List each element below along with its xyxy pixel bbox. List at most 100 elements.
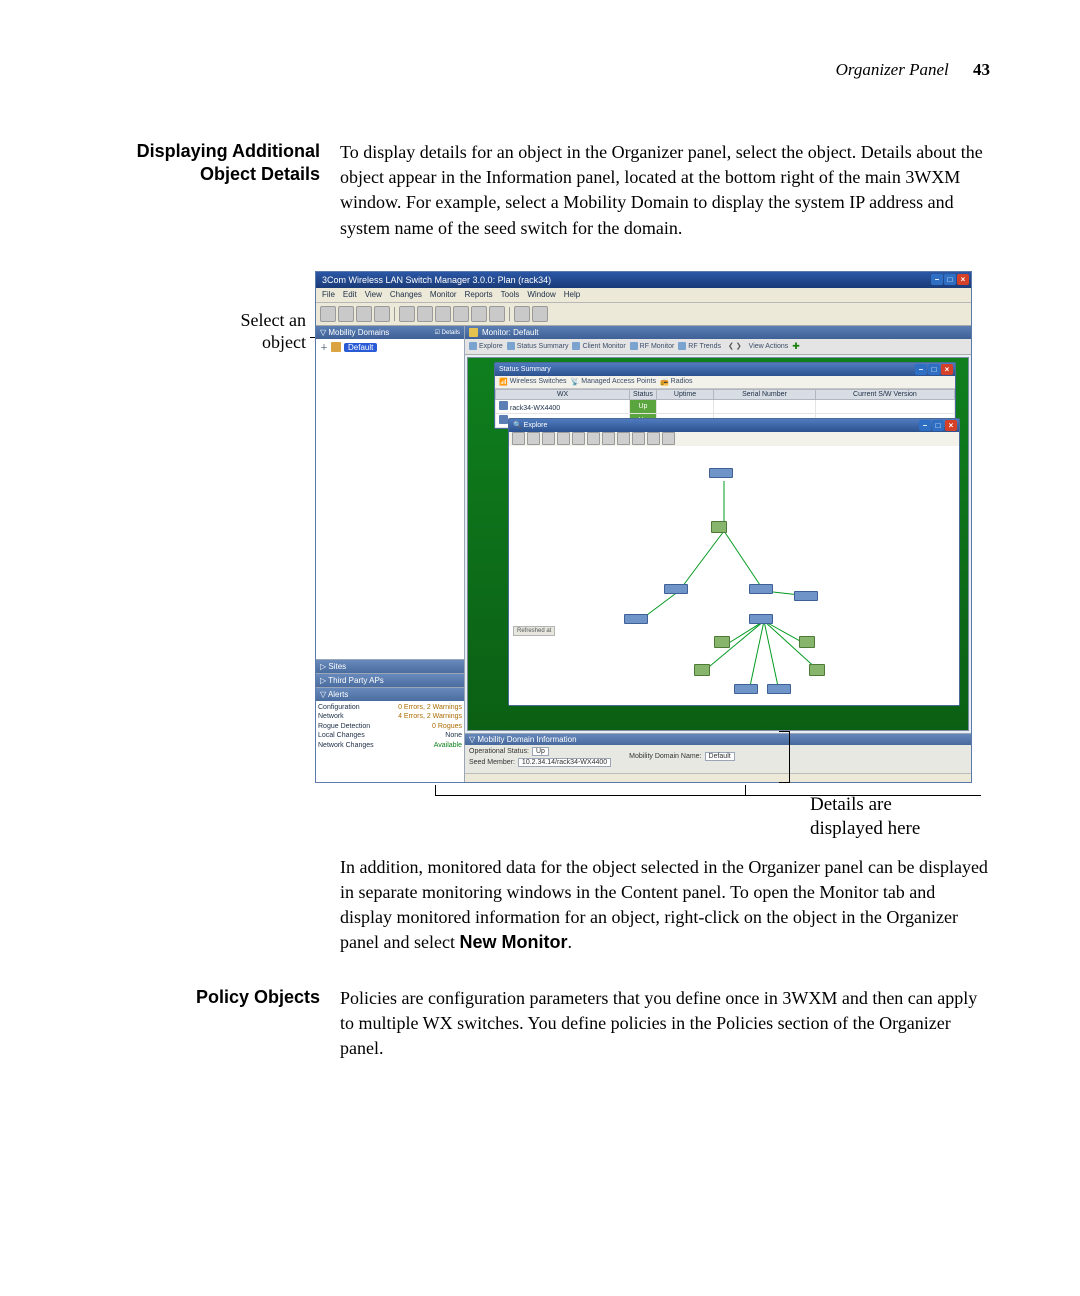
- zoom-in-icon[interactable]: [512, 432, 525, 445]
- third-party-pane[interactable]: ▷ Third Party APs: [316, 673, 464, 687]
- window-titlebar[interactable]: 3Com Wireless LAN Switch Manager 3.0.0: …: [316, 272, 971, 288]
- tree-item-selected[interactable]: Default: [344, 343, 377, 352]
- topology-node-ap[interactable]: [799, 636, 815, 649]
- panel-max-icon[interactable]: □: [932, 420, 944, 431]
- callout-line1: Select an: [241, 310, 306, 330]
- topology-node-ap[interactable]: [694, 664, 710, 677]
- alert-value: 4 Errors, 2 Warnings: [398, 712, 462, 721]
- menu-help[interactable]: Help: [564, 290, 580, 299]
- topology-node-ap[interactable]: [714, 636, 730, 649]
- toolbar-icon[interactable]: [435, 306, 451, 322]
- toolbar-icon[interactable]: [356, 306, 372, 322]
- monitor-header[interactable]: Monitor: Default: [465, 326, 971, 339]
- col-sw[interactable]: Current S/W Version: [815, 389, 954, 399]
- tool-icon[interactable]: [662, 432, 675, 445]
- tab-status[interactable]: Status Summary: [507, 342, 569, 350]
- domain-icon: [331, 342, 341, 352]
- alert-row[interactable]: Configuration: [318, 703, 360, 712]
- panel-min-icon[interactable]: –: [915, 364, 927, 375]
- view-actions-menu[interactable]: View Actions: [749, 343, 789, 350]
- topology-node-switch[interactable]: [734, 684, 758, 695]
- tool-icon[interactable]: [632, 432, 645, 445]
- alert-row[interactable]: Rogue Detection: [318, 722, 370, 731]
- col-serial[interactable]: Serial Number: [714, 389, 816, 399]
- zoom-reset-icon[interactable]: [542, 432, 555, 445]
- tab-rftrends[interactable]: RF Trends: [678, 342, 721, 350]
- toolbar-icon[interactable]: [320, 306, 336, 322]
- toolbar-icon[interactable]: [374, 306, 390, 322]
- tab-rfmon[interactable]: RF Monitor: [630, 342, 675, 350]
- toolbar-icon[interactable]: [489, 306, 505, 322]
- alert-row[interactable]: Network Changes: [318, 741, 374, 750]
- status-summary-tabs[interactable]: 📶 Wireless Switches 📡 Managed Access Poi…: [495, 376, 955, 389]
- toolbar-icon[interactable]: [453, 306, 469, 322]
- para-text-a: In addition, monitored data for the obje…: [340, 857, 988, 953]
- toolbar[interactable]: [316, 303, 971, 326]
- organizer-tree[interactable]: ＋ Default: [316, 339, 464, 659]
- actions-icon[interactable]: ✚: [792, 341, 800, 352]
- col-status[interactable]: Status: [629, 389, 656, 399]
- details-tab[interactable]: Details: [442, 330, 460, 336]
- alert-row[interactable]: Network: [318, 712, 344, 721]
- topology-node-ap[interactable]: [809, 664, 825, 677]
- panel-close-icon[interactable]: ×: [945, 420, 957, 431]
- alerts-pane[interactable]: ▽ Alerts Configuration0 Errors, 2 Warnin…: [316, 687, 464, 752]
- sites-pane[interactable]: ▷ Sites: [316, 659, 464, 673]
- organizer-panel-header[interactable]: ▽ Mobility Domains ☑ Details: [316, 326, 464, 339]
- menu-reports[interactable]: Reports: [465, 290, 493, 299]
- alert-row[interactable]: Local Changes: [318, 731, 365, 740]
- status-summary-titlebar[interactable]: Status Summary – □ ×: [495, 363, 955, 376]
- topology-node-ap[interactable]: [711, 521, 727, 534]
- tool-icon[interactable]: [602, 432, 615, 445]
- topology-node-switch[interactable]: [767, 684, 791, 695]
- refresh-icon[interactable]: [557, 432, 570, 445]
- menubar[interactable]: File Edit View Changes Monitor Reports T…: [316, 288, 971, 303]
- menu-view[interactable]: View: [365, 290, 382, 299]
- topology-node-switch[interactable]: [709, 468, 733, 479]
- close-icon[interactable]: ×: [957, 274, 969, 285]
- minimize-icon[interactable]: –: [931, 274, 943, 285]
- alert-value: None: [445, 731, 462, 740]
- explore-panel[interactable]: 🔍 Explore – □ ×: [508, 418, 960, 706]
- menu-tools[interactable]: Tools: [501, 290, 520, 299]
- tool-icon[interactable]: [617, 432, 630, 445]
- toolbar-icon[interactable]: [399, 306, 415, 322]
- toolbar-icon[interactable]: [471, 306, 487, 322]
- monitor-tabbar[interactable]: Explore Status Summary Client Monitor RF…: [465, 339, 971, 355]
- topology-node-switch[interactable]: [749, 584, 773, 595]
- menu-monitor[interactable]: Monitor: [430, 290, 457, 299]
- explore-toolbar[interactable]: [509, 432, 959, 447]
- section-title: Policy Objects: [100, 986, 320, 1062]
- topology-node-switch[interactable]: [749, 614, 773, 625]
- tab-ws[interactable]: 📶 Wireless Switches: [499, 378, 567, 386]
- toolbar-icon[interactable]: [514, 306, 530, 322]
- topology-node-switch[interactable]: [624, 614, 648, 625]
- col-wx[interactable]: WX: [496, 389, 630, 399]
- tab-explore[interactable]: Explore: [469, 342, 503, 350]
- tool-icon[interactable]: [647, 432, 660, 445]
- explore-titlebar[interactable]: 🔍 Explore – □ ×: [509, 419, 959, 432]
- table-row[interactable]: rack34-WX4400 Up: [496, 399, 955, 413]
- panel-min-icon[interactable]: –: [919, 420, 931, 431]
- menu-changes[interactable]: Changes: [390, 290, 422, 299]
- menu-file[interactable]: File: [322, 290, 335, 299]
- panel-max-icon[interactable]: □: [928, 364, 940, 375]
- menu-window[interactable]: Window: [527, 290, 555, 299]
- print-icon[interactable]: [587, 432, 600, 445]
- toolbar-icon[interactable]: [417, 306, 433, 322]
- tab-radios[interactable]: 📻 Radios: [660, 378, 693, 386]
- panel-close-icon[interactable]: ×: [941, 364, 953, 375]
- toolbar-icon[interactable]: [532, 306, 548, 322]
- layout-icon[interactable]: [572, 432, 585, 445]
- col-uptime[interactable]: Uptime: [656, 389, 713, 399]
- toolbar-icon[interactable]: [338, 306, 354, 322]
- tab-client[interactable]: Client Monitor: [572, 342, 625, 350]
- topology-node-switch[interactable]: [664, 584, 688, 595]
- topology-node-switch[interactable]: [794, 591, 818, 602]
- zoom-out-icon[interactable]: [527, 432, 540, 445]
- tree-item[interactable]: ＋ Default: [318, 341, 462, 354]
- tab-map[interactable]: 📡 Managed Access Points: [571, 378, 656, 386]
- menu-edit[interactable]: Edit: [343, 290, 357, 299]
- maximize-icon[interactable]: □: [944, 274, 956, 285]
- topology-canvas[interactable]: Refreshed at: [509, 446, 959, 705]
